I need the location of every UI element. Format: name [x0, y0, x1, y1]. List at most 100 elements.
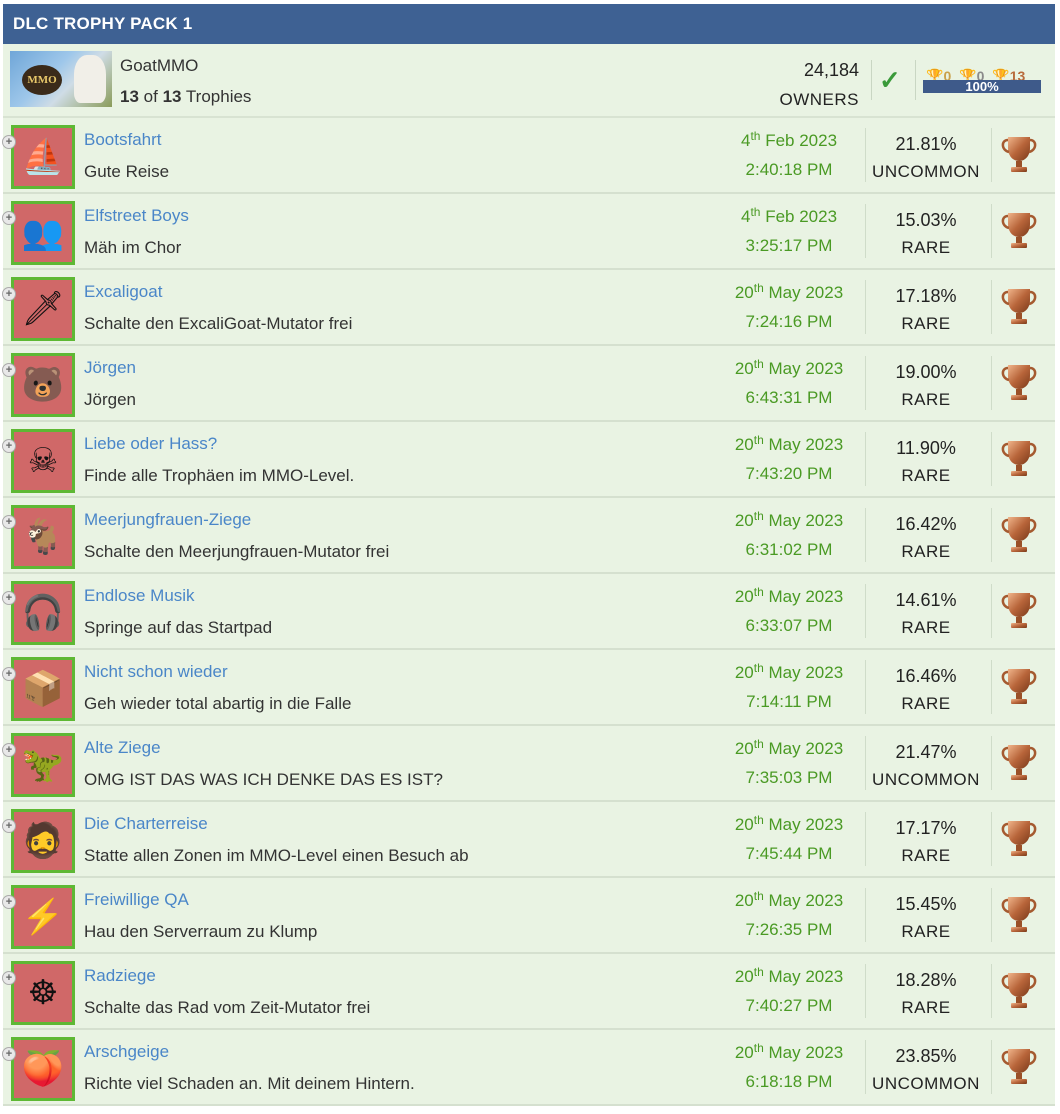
- trophy-image[interactable]: 🧔: [11, 809, 75, 873]
- earned-time: 7:14:11 PM: [746, 692, 832, 711]
- expand-plus-icon[interactable]: +: [2, 667, 16, 681]
- trophy-image[interactable]: 🍑: [11, 1037, 75, 1101]
- expand-plus-icon[interactable]: +: [2, 363, 16, 377]
- expand-plus-icon[interactable]: +: [2, 1047, 16, 1061]
- owners-stat: 24,184 OWNERS: [780, 56, 860, 114]
- expand-plus-icon[interactable]: +: [2, 895, 16, 909]
- trophy-name-link[interactable]: Meerjungfrauen-Ziege: [84, 510, 251, 530]
- mermaid-goat-icon: 🐐: [21, 518, 65, 556]
- trophy-image[interactable]: 🐻: [11, 353, 75, 417]
- divider: [991, 888, 992, 942]
- trophy-image[interactable]: 📦: [11, 657, 75, 721]
- game-summary-row: MMO GoatMMO 13 of 13 Trophies 24,184 OWN…: [3, 44, 1055, 118]
- earned-time: 7:26:35 PM: [745, 920, 833, 939]
- divider: [865, 584, 866, 638]
- game-name-link[interactable]: GoatMMO: [120, 56, 198, 76]
- expand-plus-icon[interactable]: +: [2, 743, 16, 757]
- bronze-trophy-icon: [1001, 745, 1037, 780]
- trophy-name-link[interactable]: Jörgen: [84, 358, 136, 378]
- divider: [865, 660, 866, 714]
- trophy-row: 🗡 + Excaligoat Schalte den ExcaliGoat-Mutat…: [2, 270, 1055, 346]
- rarity-stat: 19.00% RARE: [871, 358, 981, 414]
- trophy-count: 13 of 13 Trophies: [120, 87, 251, 107]
- earned-time: 7:45:44 PM: [745, 844, 833, 863]
- trophy-row: 👥 + Elfstreet Boys Mäh im Chor 4th Feb 2023 3…: [2, 194, 1055, 270]
- earned-time: 7:24:16 PM: [745, 312, 833, 331]
- skull-icon: ☠: [27, 442, 59, 480]
- trophy-name-link[interactable]: Radziege: [84, 966, 156, 986]
- rarity-stat: 21.47% UNCOMMON: [871, 738, 981, 794]
- expand-plus-icon[interactable]: +: [2, 439, 16, 453]
- rarity-label: RARE: [901, 542, 951, 561]
- rarity-label: RARE: [901, 314, 951, 333]
- rarity-label: RARE: [901, 922, 951, 941]
- rarity-label: RARE: [901, 238, 951, 257]
- earned-time: 6:33:07 PM: [745, 616, 833, 635]
- earned-percent: 15.03%: [895, 210, 957, 230]
- divider: [991, 432, 992, 486]
- bronze-trophy-icon: [1001, 289, 1037, 324]
- earned-percent: 11.90%: [896, 438, 956, 458]
- divider: [991, 280, 992, 334]
- rarity-label: RARE: [901, 618, 951, 637]
- trophy-image[interactable]: 🎧: [11, 581, 75, 645]
- expand-plus-icon[interactable]: +: [2, 971, 16, 985]
- trophy-name-link[interactable]: Nicht schon wieder: [84, 662, 228, 682]
- boat-icon: ⛵: [21, 138, 65, 176]
- earned-date: 20th May 2023 7:26:35 PM: [724, 886, 854, 944]
- earned-percent: 21.47%: [895, 742, 957, 762]
- trophy-image[interactable]: 🦖: [11, 733, 75, 797]
- trophy-image[interactable]: 🗡: [11, 277, 75, 341]
- trophy-image[interactable]: ⚡: [11, 885, 75, 949]
- trophy-name-link[interactable]: Die Charterreise: [84, 814, 208, 834]
- expand-plus-icon[interactable]: +: [2, 135, 16, 149]
- rarity-stat: 21.81% UNCOMMON: [871, 130, 981, 186]
- trophy-description: Schalte den Meerjungfrauen-Mutator frei: [84, 542, 390, 561]
- pack-title: DLC TROPHY PACK 1: [3, 4, 1055, 44]
- bearded-man-icon: 🧔: [21, 822, 65, 860]
- total-count: 13: [162, 87, 182, 106]
- trophy-row: 🧔 + Die Charterreise Statte allen Zonen im …: [2, 802, 1055, 878]
- expand-plus-icon[interactable]: +: [2, 211, 16, 225]
- earned-time: 6:31:02 PM: [745, 540, 833, 559]
- trophy-name-link[interactable]: Bootsfahrt: [84, 130, 162, 150]
- trophy-image[interactable]: ⛵: [11, 125, 75, 189]
- rarity-stat: 16.42% RARE: [871, 510, 981, 566]
- rarity-stat: 17.17% RARE: [871, 814, 981, 870]
- rarity-stat: 11.90% RARE: [871, 434, 981, 490]
- trophy-image[interactable]: ☠: [11, 429, 75, 493]
- trophy-name-link[interactable]: Elfstreet Boys: [84, 206, 189, 226]
- trophy-row: 🦖 + Alte Ziege OMG IST DAS WAS ICH DENKE DA…: [2, 726, 1055, 802]
- expand-plus-icon[interactable]: +: [2, 591, 16, 605]
- expand-plus-icon[interactable]: +: [2, 287, 16, 301]
- trophy-image[interactable]: 🐐: [11, 505, 75, 569]
- game-logo: MMO: [22, 65, 62, 95]
- expand-plus-icon[interactable]: +: [2, 819, 16, 833]
- trophy-name-link[interactable]: Alte Ziege: [84, 738, 161, 758]
- divider: [865, 888, 866, 942]
- earned-date: 20th May 2023 6:33:07 PM: [724, 582, 854, 640]
- trophy-image[interactable]: 👥: [11, 201, 75, 265]
- expand-plus-icon[interactable]: +: [2, 515, 16, 529]
- trophy-name-link[interactable]: Liebe oder Hass?: [84, 434, 217, 454]
- divider: [865, 356, 866, 410]
- game-thumbnail[interactable]: MMO: [10, 51, 112, 107]
- rarity-stat: 15.45% RARE: [871, 890, 981, 946]
- bronze-trophy-icon: [1001, 365, 1037, 400]
- trophy-description: Springe auf das Startpad: [84, 618, 273, 637]
- trophy-description: Mäh im Chor: [84, 238, 182, 257]
- earned-date: 20th May 2023 6:43:31 PM: [724, 354, 854, 412]
- trophy-description: Gute Reise: [84, 162, 170, 181]
- trophy-name-link[interactable]: Arschgeige: [84, 1042, 169, 1062]
- trophy-image[interactable]: ☸: [11, 961, 75, 1025]
- bronze-trophy-icon: [1001, 973, 1037, 1008]
- trophy-name-link[interactable]: Excaligoat: [84, 282, 162, 302]
- trophy-name-link[interactable]: Freiwillige QA: [84, 890, 189, 910]
- earned-time: 6:43:31 PM: [745, 388, 833, 407]
- earned-percent: 19.00%: [895, 362, 957, 382]
- trophy-description: Finde alle Trophäen im MMO-Level.: [84, 466, 355, 485]
- earned-percent: 16.42%: [895, 514, 957, 534]
- divider: [991, 736, 992, 790]
- trophy-name-link[interactable]: Endlose Musik: [84, 586, 195, 606]
- trophy-row: 🎧 + Endlose Musik Springe auf das Startpad 2…: [2, 574, 1055, 650]
